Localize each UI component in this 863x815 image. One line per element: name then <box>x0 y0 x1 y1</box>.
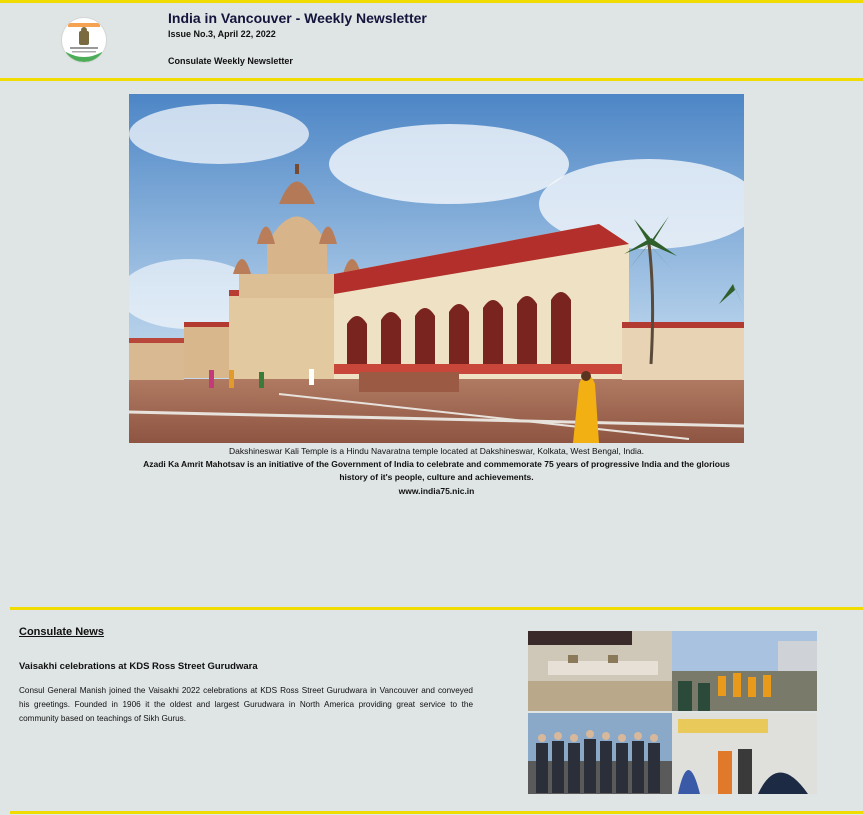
initiative-text: Azadi Ka Amrit Mahotsav is an initiative… <box>143 459 730 482</box>
news-item-title: Vaisakhi celebrations at KDS Ross Street… <box>19 661 258 672</box>
section-rule <box>10 607 863 610</box>
consulate-emblem-icon <box>62 18 106 62</box>
issue-info: Issue No.3, April 22, 2022 <box>168 29 276 39</box>
newsletter-title: India in Vancouver - Weekly Newsletter <box>168 10 427 26</box>
header-rule <box>0 78 863 81</box>
temple-photo <box>129 94 744 443</box>
event-photo-collage <box>528 631 817 794</box>
photo-caption: Dakshineswar Kali Temple is a Hindu Nava… <box>229 446 644 456</box>
newsletter-subtitle: Consulate Weekly Newsletter <box>168 56 293 66</box>
news-item-body: Consul General Manish joined the Vaisakh… <box>19 686 473 723</box>
hero-caption: Dakshineswar Kali Temple is a Hindu Nava… <box>129 445 744 498</box>
bottom-rule <box>10 811 863 814</box>
consulate-news-heading: Consulate News <box>19 626 104 638</box>
india75-link[interactable]: www.india75.nic.in <box>129 484 744 498</box>
top-rule <box>0 0 863 3</box>
